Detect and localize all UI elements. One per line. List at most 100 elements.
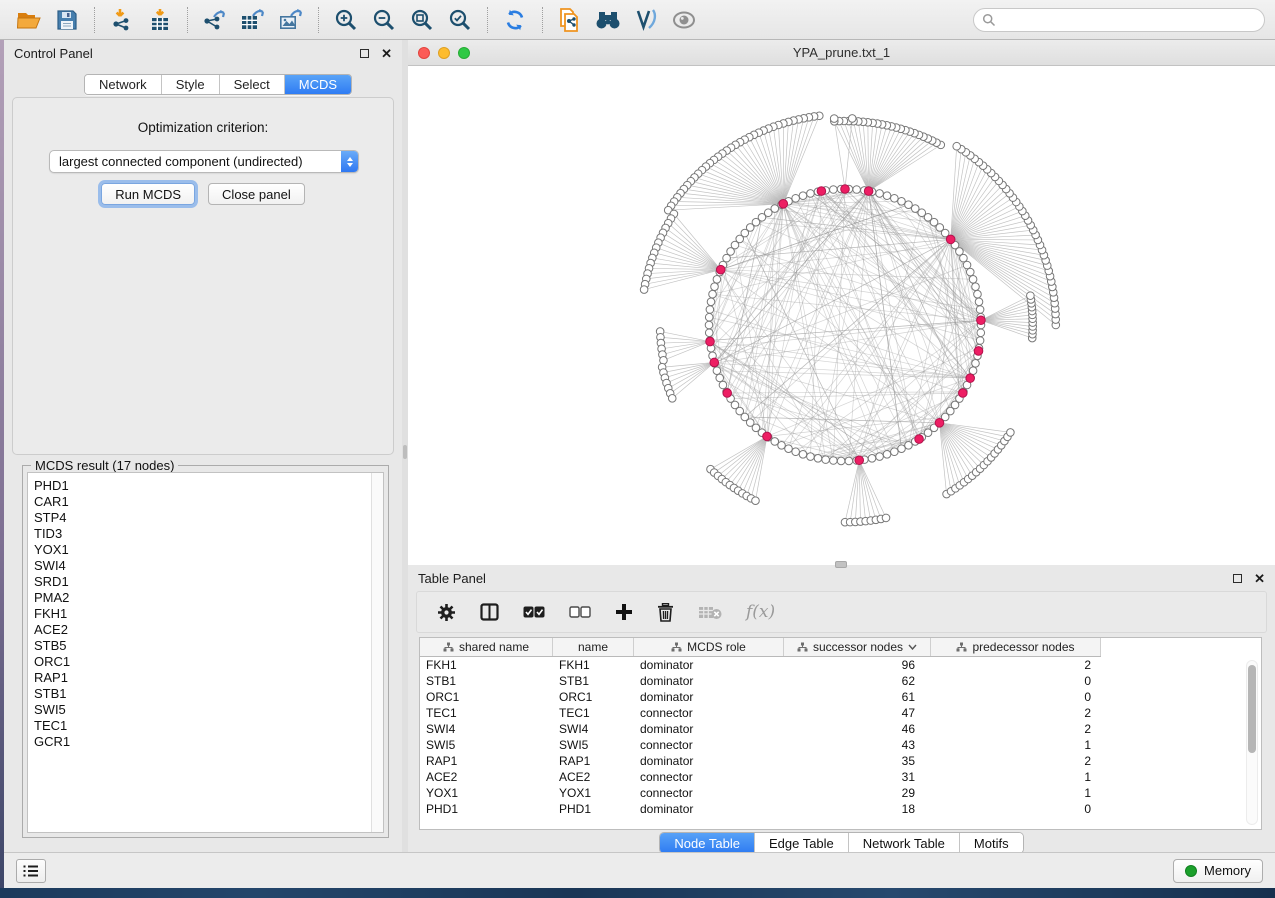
table-cell[interactable]: dominator bbox=[634, 721, 784, 737]
vizmapper-icon[interactable] bbox=[627, 4, 665, 36]
table-cell[interactable]: connector bbox=[634, 769, 784, 785]
table-row[interactable]: PHD1PHD1dominator180 bbox=[420, 801, 1261, 817]
table-cell[interactable]: dominator bbox=[634, 657, 784, 673]
column-header-mcds-role[interactable]: MCDS role bbox=[634, 638, 784, 656]
table-cell[interactable]: 1 bbox=[931, 769, 1101, 785]
mcds-list-scrollbar[interactable] bbox=[371, 473, 383, 832]
column-header-shared-name[interactable]: shared name bbox=[420, 638, 553, 656]
table-cell[interactable]: 61 bbox=[784, 689, 931, 705]
select-all-icon[interactable] bbox=[523, 606, 545, 618]
table-cell[interactable]: SWI5 bbox=[420, 737, 553, 753]
mcds-result-item[interactable]: STP4 bbox=[34, 510, 383, 526]
tab-mcds[interactable]: MCDS bbox=[285, 75, 351, 94]
tab-edge-table[interactable]: Edge Table bbox=[755, 833, 849, 853]
table-row[interactable]: SWI4SWI4dominator462 bbox=[420, 721, 1261, 737]
close-table-panel-icon[interactable]: ✕ bbox=[1254, 574, 1265, 583]
table-cell[interactable]: SWI4 bbox=[553, 721, 634, 737]
table-row[interactable]: SWI5SWI5connector431 bbox=[420, 737, 1261, 753]
table-row[interactable]: FKH1FKH1dominator962 bbox=[420, 657, 1261, 673]
table-row[interactable]: YOX1YOX1connector291 bbox=[420, 785, 1261, 801]
mcds-result-item[interactable]: STB5 bbox=[34, 638, 383, 654]
clone-network-icon[interactable] bbox=[551, 4, 589, 36]
table-cell[interactable]: PHD1 bbox=[553, 801, 634, 817]
memory-button[interactable]: Memory bbox=[1173, 859, 1263, 883]
open-folder-icon[interactable] bbox=[10, 4, 48, 36]
table-cell[interactable]: connector bbox=[634, 705, 784, 721]
table-cell[interactable]: dominator bbox=[634, 801, 784, 817]
tab-style[interactable]: Style bbox=[162, 75, 220, 94]
zoom-fit-icon[interactable] bbox=[403, 4, 441, 36]
export-table-icon[interactable] bbox=[234, 4, 272, 36]
mcds-result-item[interactable]: SRD1 bbox=[34, 574, 383, 590]
show-columns-icon[interactable] bbox=[480, 603, 499, 621]
table-cell[interactable]: 35 bbox=[784, 753, 931, 769]
table-cell[interactable]: 2 bbox=[931, 721, 1101, 737]
delete-column-icon[interactable] bbox=[657, 603, 674, 622]
table-cell[interactable]: ORC1 bbox=[553, 689, 634, 705]
table-settings-gear-icon[interactable] bbox=[437, 603, 456, 622]
table-cell[interactable]: 2 bbox=[931, 657, 1101, 673]
table-cell[interactable]: 1 bbox=[931, 785, 1101, 801]
table-cell[interactable]: SWI5 bbox=[553, 737, 634, 753]
save-icon[interactable] bbox=[48, 4, 86, 36]
table-cell[interactable]: YOX1 bbox=[420, 785, 553, 801]
table-cell[interactable]: connector bbox=[634, 737, 784, 753]
zoom-selected-icon[interactable] bbox=[441, 4, 479, 36]
table-row[interactable]: STB1STB1dominator620 bbox=[420, 673, 1261, 689]
table-row[interactable]: TEC1TEC1connector472 bbox=[420, 705, 1261, 721]
table-cell[interactable]: TEC1 bbox=[553, 705, 634, 721]
search-input[interactable] bbox=[996, 13, 1256, 27]
table-cell[interactable]: FKH1 bbox=[420, 657, 553, 673]
table-cell[interactable]: 0 bbox=[931, 801, 1101, 817]
table-cell[interactable]: ACE2 bbox=[553, 769, 634, 785]
export-network-icon[interactable] bbox=[196, 4, 234, 36]
mcds-result-item[interactable]: ORC1 bbox=[34, 654, 383, 670]
table-cell[interactable]: 46 bbox=[784, 721, 931, 737]
table-cell[interactable]: SWI4 bbox=[420, 721, 553, 737]
column-header-successor-nodes[interactable]: successor nodes bbox=[784, 638, 931, 656]
horizontal-splitter-grip[interactable] bbox=[835, 561, 847, 568]
column-header-name[interactable]: name bbox=[553, 638, 634, 656]
table-cell[interactable]: TEC1 bbox=[420, 705, 553, 721]
deselect-all-icon[interactable] bbox=[569, 606, 591, 618]
mcds-result-item[interactable]: STB1 bbox=[34, 686, 383, 702]
mcds-result-item[interactable]: TEC1 bbox=[34, 718, 383, 734]
float-window-icon[interactable] bbox=[360, 49, 369, 58]
table-cell[interactable]: 29 bbox=[784, 785, 931, 801]
table-cell[interactable]: 47 bbox=[784, 705, 931, 721]
table-row[interactable]: ORC1ORC1dominator610 bbox=[420, 689, 1261, 705]
table-cell[interactable]: 96 bbox=[784, 657, 931, 673]
float-table-panel-icon[interactable] bbox=[1233, 574, 1242, 583]
table-cell[interactable]: dominator bbox=[634, 689, 784, 705]
tab-motifs[interactable]: Motifs bbox=[960, 833, 1023, 853]
close-panel-icon[interactable]: ✕ bbox=[381, 49, 392, 58]
tab-network[interactable]: Network bbox=[85, 75, 162, 94]
table-cell[interactable]: ACE2 bbox=[420, 769, 553, 785]
splitter-grip[interactable] bbox=[403, 445, 407, 459]
import-table-icon[interactable] bbox=[141, 4, 179, 36]
mcds-result-item[interactable]: PMA2 bbox=[34, 590, 383, 606]
close-panel-button[interactable]: Close panel bbox=[208, 183, 305, 205]
mcds-result-item[interactable]: SWI5 bbox=[34, 702, 383, 718]
mcds-result-item[interactable]: TID3 bbox=[34, 526, 383, 542]
mcds-result-list[interactable]: PHD1CAR1STP4TID3YOX1SWI4SRD1PMA2FKH1ACE2… bbox=[27, 472, 384, 833]
table-cell[interactable]: PHD1 bbox=[420, 801, 553, 817]
create-column-icon[interactable] bbox=[615, 603, 633, 621]
tab-select[interactable]: Select bbox=[220, 75, 285, 94]
network-titlebar[interactable]: YPA_prune.txt_1 bbox=[408, 40, 1275, 66]
column-header-predecessor-nodes[interactable]: predecessor nodes bbox=[931, 638, 1101, 656]
table-cell[interactable]: 18 bbox=[784, 801, 931, 817]
mcds-result-item[interactable]: FKH1 bbox=[34, 606, 383, 622]
mcds-result-item[interactable]: CAR1 bbox=[34, 494, 383, 510]
import-network-icon[interactable] bbox=[103, 4, 141, 36]
mcds-result-item[interactable]: PHD1 bbox=[34, 478, 383, 494]
table-cell[interactable]: 31 bbox=[784, 769, 931, 785]
mcds-result-item[interactable]: YOX1 bbox=[34, 542, 383, 558]
mcds-result-item[interactable]: GCR1 bbox=[34, 734, 383, 750]
table-cell[interactable]: 2 bbox=[931, 753, 1101, 769]
tab-node-table[interactable]: Node Table bbox=[660, 833, 755, 853]
table-scrollbar-thumb[interactable] bbox=[1248, 665, 1256, 753]
tab-network-table[interactable]: Network Table bbox=[849, 833, 960, 853]
table-cell[interactable]: 0 bbox=[931, 689, 1101, 705]
table-cell[interactable]: connector bbox=[634, 785, 784, 801]
